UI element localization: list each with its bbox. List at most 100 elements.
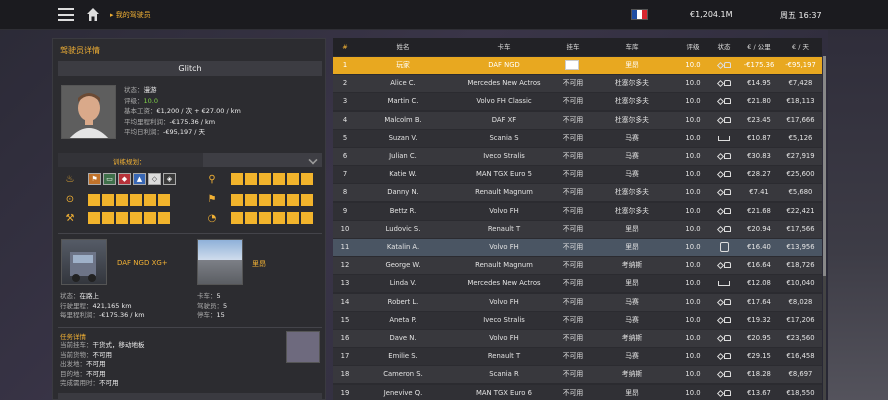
- cell-truck: Mercedes New Actros: [467, 279, 541, 288]
- menu-icon[interactable]: [58, 8, 74, 21]
- table-row[interactable]: 13 Linda V. Mercedes New Actros 不可用 里昂 10.0 €1…: [333, 275, 822, 293]
- col-trailer[interactable]: 挂车: [559, 38, 587, 56]
- adr-badges: ⚑ ▭ ◆ ▲ ◇ ◈: [88, 173, 176, 185]
- col-number[interactable]: #: [333, 38, 357, 56]
- cell-n: 8: [342, 188, 348, 197]
- table-row[interactable]: 18 Cameron S. Scania R 不可用 考纳斯 10.0 €18.28 €8,6…: [333, 366, 822, 384]
- table-row[interactable]: 6 Julian C. Iveco Stralis 不可用 马赛 10.0 €30.83 €2…: [333, 148, 822, 165]
- fragile-skill-icon: ⚲: [208, 174, 216, 185]
- garage-stats: 卡车：5 驾驶员：5 停车：15: [197, 292, 227, 321]
- garage-name[interactable]: 里昂: [252, 259, 266, 269]
- driving-status-icon: [716, 152, 731, 161]
- long-distance-skill-bar[interactable]: [88, 194, 170, 206]
- truck-status-label: 状态：: [60, 292, 80, 300]
- col-garage[interactable]: 车库: [587, 38, 677, 56]
- urgent-skill-icon: ⚑: [207, 194, 217, 205]
- table-header: # 姓名 卡车 挂车 车库 评级 状态 € / 公里 € / 天: [333, 38, 822, 56]
- bottom-tabs[interactable]: [58, 393, 322, 400]
- truck-status-value: 在路上: [79, 292, 100, 300]
- rating-value: 10.0: [143, 96, 158, 105]
- origin-value: 不可用: [86, 360, 106, 368]
- table-row[interactable]: 14 Robert L. Volvo FH 不可用 马赛 10.0 €17.64 €8,028: [333, 293, 822, 311]
- table-row[interactable]: 10 Ludovic S. Renault T 不可用 里昂 10.0 €20.94 €17,…: [333, 220, 822, 238]
- adr-class-3-icon[interactable]: ◆: [118, 173, 131, 185]
- table-row[interactable]: 7 Katie W. MAN TGX Euro 5 不可用 马赛 10.0 €28.27 €2…: [333, 166, 822, 184]
- trailer-image[interactable]: [286, 331, 320, 363]
- table-row[interactable]: 17 Emilie S. Renault T 不可用 马赛 10.0 €29.15 €16,4…: [333, 348, 822, 366]
- adr-class-1-icon[interactable]: ⚑: [88, 173, 101, 185]
- training-dropdown[interactable]: [203, 153, 322, 167]
- cargo-value: 不可用: [92, 350, 113, 359]
- odometer-label: 行驶里程：: [60, 301, 93, 310]
- truck-image[interactable]: [61, 239, 107, 285]
- status-label: 状态：: [124, 86, 144, 94]
- cell-trailer: 不可用: [562, 188, 584, 197]
- cell-name: Martin C.: [387, 97, 419, 106]
- col-status[interactable]: 状态: [709, 38, 739, 56]
- col-per-km[interactable]: € / 公里: [739, 38, 779, 56]
- table-row[interactable]: 11 Katalin A. Volvo FH 不可用 里昂 10.0 €16.40 €13,9…: [333, 239, 822, 256]
- cell-per-km: €17.64: [747, 297, 771, 306]
- cell-truck: DAF NGD: [488, 61, 520, 69]
- cell-truck: DAF XF: [491, 115, 517, 124]
- table-row[interactable]: 9 Bettz R. Volvo FH 不可用 杜塞尔多夫 10.0 €21.68 €22,4…: [333, 202, 822, 220]
- cell-trailer: 不可用: [562, 152, 584, 160]
- game-clock: 周五 16:37: [780, 11, 822, 20]
- cell-garage: 杜塞尔多夫: [615, 97, 649, 106]
- cell-truck: Volvo FH: [489, 297, 519, 306]
- cell-garage: 里昂: [625, 388, 639, 397]
- table-row[interactable]: 19 Jenevive Q. MAN TGX Euro 6 不可用 里昂 10.0 €13.…: [333, 384, 822, 400]
- adr-class-4-icon[interactable]: ▲: [133, 173, 146, 185]
- cell-per-km: €21.80: [747, 97, 771, 106]
- scrollbar-thumb[interactable]: [823, 56, 826, 276]
- adr-class-2-icon[interactable]: ▭: [103, 173, 116, 185]
- home-icon[interactable]: [86, 7, 100, 22]
- cell-per-km: €10.87: [747, 133, 771, 142]
- table-row[interactable]: 4 Malcolm B. DAF XF 不可用 杜塞尔多夫 10.0 €23.45 €17,6…: [333, 111, 822, 129]
- garage-image[interactable]: [197, 239, 243, 285]
- col-per-day[interactable]: € / 天: [779, 38, 822, 56]
- table-row[interactable]: 15 Aneta P. Iveco Stralis 不可用 马赛 10.0 €19.32 €1…: [333, 311, 822, 329]
- fragile-skill-bar[interactable]: [231, 173, 313, 185]
- cell-per-day: -€95,197: [785, 61, 816, 69]
- cell-name: Jenevive Q.: [383, 388, 423, 397]
- driver-info: 状态：漫游 评级：10.0 基本工资：€1,200 / 次 + €27.00 /…: [124, 85, 241, 138]
- cell-per-day: €17,666: [786, 115, 815, 124]
- adr-class-8-icon[interactable]: ◈: [163, 173, 176, 185]
- daily-profit-value: -€95,197 / 天: [163, 128, 206, 136]
- cell-n: 5: [342, 133, 348, 142]
- table-row[interactable]: 3 Martin C. Volvo FH Classic 不可用 杜塞尔多夫 10.0 €2…: [333, 93, 822, 111]
- cell-rating: 10.0: [685, 133, 701, 142]
- table-row[interactable]: 2 Alice C. Mercedes New Actros 不可用 杜塞尔多夫 10.0…: [333, 75, 822, 93]
- cell-name: Julian C.: [389, 152, 417, 160]
- high-value-skill-bar[interactable]: [88, 212, 170, 224]
- origin-label: 出发地：: [60, 360, 86, 368]
- adr-class-6-icon[interactable]: ◇: [148, 173, 161, 185]
- table-row[interactable]: 8 Danny N. Renault Magnum 不可用 杜塞尔多夫 10.0 €7.41…: [333, 184, 822, 202]
- cell-per-km: €21.68: [747, 206, 771, 215]
- cell-name: Robert L.: [387, 297, 419, 306]
- cell-n: 2: [342, 79, 348, 88]
- truck-name[interactable]: DAF NGD XG+: [117, 259, 168, 267]
- cell-per-day: €22,421: [786, 206, 815, 215]
- table-row[interactable]: 16 Dave N. Volvo FH 不可用 考纳斯 10.0 €20.95 €23,560: [333, 330, 822, 347]
- urgent-skill-bar[interactable]: [231, 194, 313, 206]
- cell-truck: Mercedes New Actros: [467, 79, 541, 88]
- cell-truck: MAN TGX Euro 5: [476, 170, 532, 179]
- table-scrollbar[interactable]: [823, 56, 826, 400]
- col-rating[interactable]: 评级: [677, 38, 709, 56]
- cell-truck: Iveco Stralis: [483, 152, 525, 160]
- cell-per-day: €27,919: [786, 152, 815, 160]
- cell-per-day: €18,113: [786, 97, 815, 106]
- cell-n: 10: [340, 224, 350, 233]
- table-row[interactable]: 1 玩家 DAF NGD 里昂 10.0 -€175.36 -€95,197: [333, 57, 822, 74]
- table-row[interactable]: 12 George W. Renault Magnum 不可用 考纳斯 10.0 €16.6…: [333, 257, 822, 275]
- destination-value: 不可用: [86, 369, 106, 378]
- col-name[interactable]: 姓名: [357, 38, 449, 56]
- col-truck[interactable]: 卡车: [449, 38, 559, 56]
- drivers-label: 驾驶员：: [197, 301, 223, 310]
- breadcrumb[interactable]: ▸ 我的驾驶员: [110, 10, 151, 20]
- table-row[interactable]: 5 Suzan V. Scania S 不可用 马赛 10.0 €10.87 €5,126: [333, 129, 822, 147]
- eco-skill-bar[interactable]: [231, 212, 313, 224]
- cell-per-day: €13,956: [786, 243, 815, 251]
